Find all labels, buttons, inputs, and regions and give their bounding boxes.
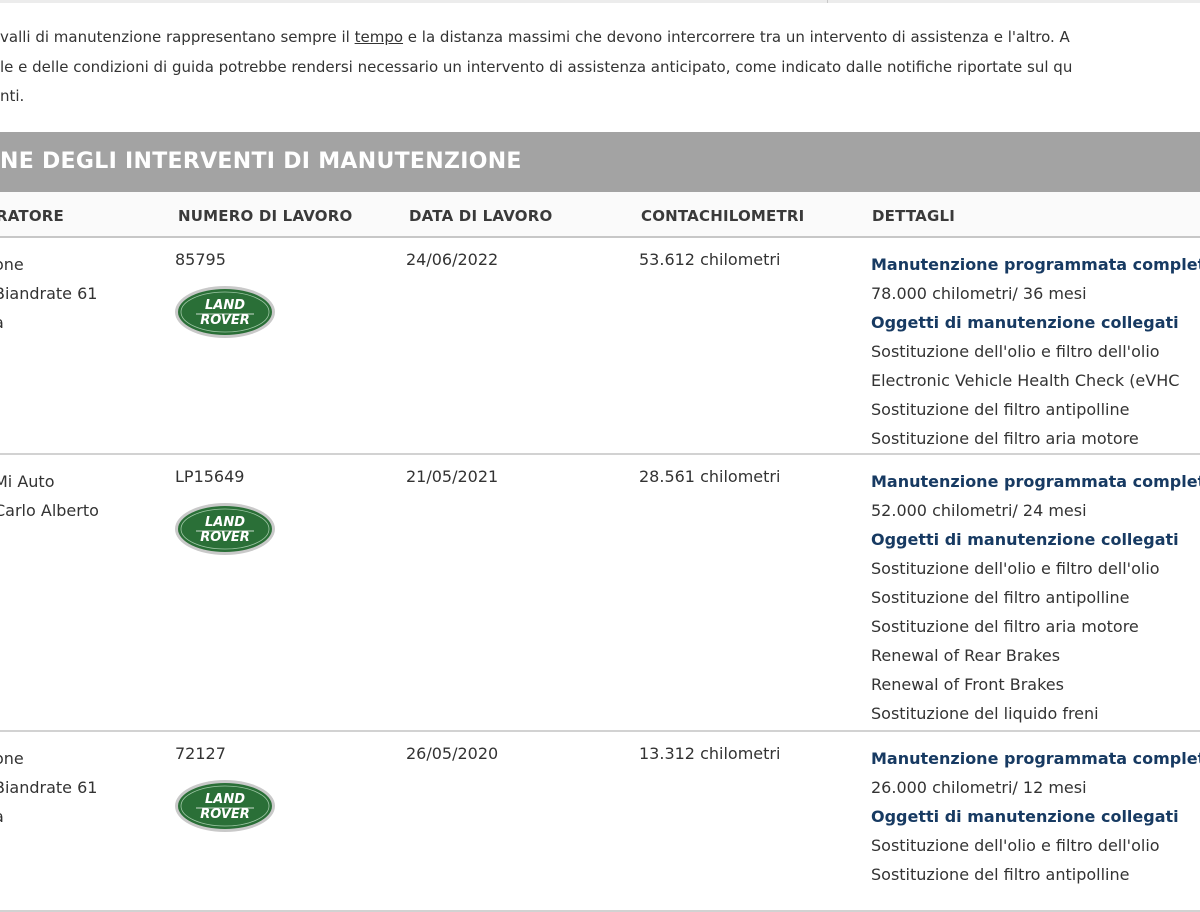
odometer-value: 28.561 chilometri [639, 467, 781, 486]
detail-item: Sostituzione del filtro antipolline [871, 400, 1130, 419]
service-type: Manutenzione programmata completa [871, 472, 1200, 491]
job-date: 24/06/2022 [406, 250, 499, 269]
detail-item: Renewal of Rear Brakes [871, 646, 1061, 665]
operator-cell: one Biandrate 61 a [0, 744, 97, 831]
intro-text: valli di manutenzione rappresentano semp… [0, 0, 1200, 120]
detail-item: 52.000 chilometri/ 24 mesi [871, 501, 1087, 520]
job-date: 21/05/2021 [406, 467, 499, 486]
intro-line-2: le e delle condizioni di guida potrebbe … [0, 58, 1073, 76]
intro-line-3: nti. [0, 87, 25, 105]
odometer-value: 13.312 chilometri [639, 744, 781, 763]
intro-text-part: e la distanza massimi che devono interco… [403, 28, 1070, 46]
col-operator: RATORE [0, 207, 64, 225]
col-job-number: NUMERO DI LAVORO [178, 207, 353, 225]
detail-item: Electronic Vehicle Health Check (eVHC [871, 371, 1180, 390]
operator-cell: one Biandrate 61 a [0, 250, 97, 337]
linked-items-heading: Oggetti di manutenzione collegati [871, 313, 1179, 332]
intro-line-1: valli di manutenzione rappresentano semp… [0, 28, 1070, 46]
operator-line: Mi Auto [0, 472, 55, 491]
operator-line: Biandrate 61 [0, 778, 98, 797]
detail-item: Sostituzione del filtro antipolline [871, 588, 1130, 607]
service-type: Manutenzione programmata completa [871, 255, 1200, 274]
detail-item: Sostituzione dell'olio e filtro dell'oli… [871, 342, 1160, 361]
operator-line: a [0, 802, 97, 831]
land-rover-logo: LANDROVER [175, 780, 275, 832]
detail-item: Sostituzione dell'olio e filtro dell'oli… [871, 836, 1160, 855]
col-odometer: CONTACHILOMETRI [641, 207, 805, 225]
operator-line: one [0, 749, 24, 768]
detail-item: Sostituzione del liquido freni [871, 704, 1099, 723]
detail-item: Sostituzione dell'olio e filtro dell'oli… [871, 559, 1160, 578]
job-date: 26/05/2020 [406, 744, 499, 763]
intro-text-part: valli di manutenzione rappresentano semp… [0, 28, 355, 46]
detail-item: Sostituzione del filtro aria motore [871, 429, 1139, 448]
col-job-date: DATA DI LAVORO [409, 207, 553, 225]
logo-text-rover: ROVER [200, 530, 250, 545]
odometer-value: 53.612 chilometri [639, 250, 781, 269]
logo-text-land: LAND [205, 792, 245, 807]
maintenance-record-row: one Biandrate 61 a 85795 24/06/2022 53.612 ch… [0, 238, 1200, 455]
job-number: LP15649 [175, 467, 245, 486]
logo-text-rover: ROVER [200, 807, 250, 822]
detail-item: 26.000 chilometri/ 12 mesi [871, 778, 1087, 797]
operator-cell: Mi Auto Carlo Alberto [0, 467, 99, 525]
col-details: DETTAGLI [872, 207, 956, 225]
linked-items-heading: Oggetti di manutenzione collegati [871, 807, 1179, 826]
operator-line: one [0, 255, 24, 274]
operator-line: a [0, 308, 97, 337]
linked-items-heading: Oggetti di manutenzione collegati [871, 530, 1179, 549]
land-rover-logo: LANDROVER [175, 286, 275, 338]
detail-item: Sostituzione del filtro antipolline [871, 865, 1130, 884]
maintenance-record-row: one Biandrate 61 a 72127 26/05/2020 13.312 ch… [0, 732, 1200, 912]
tempo-link[interactable]: tempo [355, 28, 403, 46]
logo-text-land: LAND [205, 298, 245, 313]
detail-item: Sostituzione del filtro aria motore [871, 617, 1139, 636]
logo-text-land: LAND [205, 515, 245, 530]
job-number: 85795 [175, 250, 226, 269]
detail-item: Renewal of Front Brakes [871, 675, 1064, 694]
detail-item: 78.000 chilometri/ 36 mesi [871, 284, 1087, 303]
maintenance-record-row: Mi Auto Carlo Alberto LP15649 21/05/2021 28.… [0, 455, 1200, 732]
details-cell: Manutenzione programmata completa 78.000 … [871, 250, 1200, 453]
operator-line: Carlo Alberto [0, 501, 99, 520]
land-rover-logo: LANDROVER [175, 503, 275, 555]
operator-line: Biandrate 61 [0, 284, 98, 303]
service-type: Manutenzione programmata completa [871, 749, 1200, 768]
table-header: RATORE NUMERO DI LAVORO DATA DI LAVORO C… [0, 192, 1200, 238]
section-title: NE DEGLI INTERVENTI DI MANUTENZIONE [0, 132, 1200, 192]
job-number: 72127 [175, 744, 226, 763]
logo-text-rover: ROVER [200, 313, 250, 328]
details-cell: Manutenzione programmata completa 52.000 … [871, 467, 1200, 728]
details-cell: Manutenzione programmata completa 26.000 … [871, 744, 1200, 889]
